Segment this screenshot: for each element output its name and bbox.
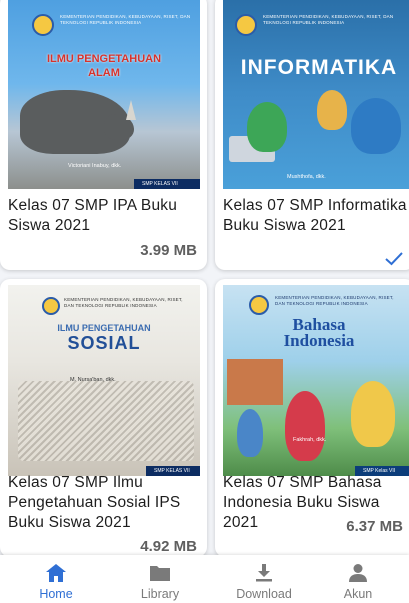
student-illustration: [351, 381, 395, 447]
book-cover-image: KEMENTERIAN PENDIDIKAN, KEBUDAYAAN, RISE…: [8, 0, 200, 189]
book-list-screen: KEMENTERIAN PENDIDIKAN, KEBUDAYAAN, RISE…: [0, 0, 409, 603]
download-icon: [256, 564, 272, 582]
book-title: Kelas 07 SMP IPA Buku Siswa 2021: [8, 197, 178, 234]
nav-label-akun: Akun: [343, 587, 373, 601]
book-cover-image: KEMENTERIAN PENDIDIKAN, KEBUDAYAAN, RISE…: [223, 0, 409, 189]
cover-author: M. Nursa'ban, dkk.: [70, 377, 116, 383]
nav-label-download: Download: [236, 587, 292, 601]
book-cover-image: KEMENTERIAN PENDIDIKAN, KEBUDAYAAN, RISE…: [8, 285, 200, 476]
cover-publisher: KEMENTERIAN PENDIDIKAN, KEBUDAYAAN, RISE…: [60, 14, 191, 25]
book-file-size: 3.99 MB: [140, 242, 197, 259]
cover-author: Mushthofa, dkk.: [287, 174, 326, 180]
book-card[interactable]: KEMENTERIAN PENDIDIKAN, KEBUDAYAAN, RISE…: [0, 279, 207, 557]
bottom-navigation: Home Library Download Akun: [0, 555, 409, 603]
nav-item-library[interactable]: Library: [109, 555, 211, 603]
nav-label-home: Home: [39, 587, 73, 601]
cover-heading-top: ILMU PENGETAHUAN: [57, 323, 151, 333]
folder-icon: [150, 566, 170, 581]
ministry-logo-icon: [249, 295, 269, 315]
nav-label-library: Library: [140, 587, 180, 601]
book-file-size: 4.92 MB: [140, 538, 197, 555]
student-illustration: [247, 102, 287, 152]
nav-item-home[interactable]: Home: [5, 555, 107, 603]
cover-grade-band: SMP KELAS VII: [134, 179, 200, 189]
book-cover-image: KEMENTERIAN PENDIDIKAN, KEBUDAYAAN, RISE…: [223, 285, 409, 476]
student-illustration: [237, 409, 263, 457]
cover-heading: ILMU PENGETAHUAN ALAM: [46, 53, 162, 79]
person-icon: [349, 564, 367, 582]
cover-publisher: KEMENTERIAN PENDIDIKAN, KEBUDAYAAN, RISE…: [263, 14, 394, 25]
cover-heading: SOSIAL: [67, 333, 141, 353]
ministry-logo-icon: [235, 14, 257, 36]
book-card[interactable]: KEMENTERIAN PENDIDIKAN, KEBUDAYAAN, RISE…: [215, 279, 409, 557]
nav-item-download[interactable]: Download: [213, 555, 315, 603]
cover-publisher: KEMENTERIAN PENDIDIKAN, KEBUDAYAAN, RISE…: [64, 297, 183, 308]
student-illustration: [285, 391, 325, 461]
check-icon: [385, 252, 403, 266]
cover-heading: Indonesia: [283, 331, 355, 350]
ministry-logo-icon: [32, 14, 54, 36]
student-illustration: [317, 90, 347, 130]
ministry-logo-icon: [42, 297, 60, 315]
book-file-size: 6.37 MB: [346, 518, 403, 535]
historical-sketch-illustration: [18, 381, 194, 461]
nav-item-akun[interactable]: Akun: [307, 555, 409, 603]
student-illustration: [351, 98, 401, 154]
cover-publisher: KEMENTERIAN PENDIDIKAN, KEBUDAYAAN, RISE…: [275, 295, 394, 306]
book-card[interactable]: KEMENTERIAN PENDIDIKAN, KEBUDAYAAN, RISE…: [215, 0, 409, 270]
cover-author: Fakhrah, dkk.: [293, 437, 327, 443]
cover-author: Victoriani Inabuy, dkk.: [68, 163, 122, 169]
book-title: Kelas 07 SMP Ilmu Pengetahuan Sosial IPS…: [8, 474, 181, 531]
house-illustration: [227, 359, 283, 405]
book-card[interactable]: KEMENTERIAN PENDIDIKAN, KEBUDAYAAN, RISE…: [0, 0, 207, 270]
book-title: Kelas 07 SMP Informatika Buku Siswa 2021: [223, 197, 407, 234]
rhino-horn-illustration: [126, 100, 136, 120]
cover-heading: INFORMATIKA: [240, 56, 398, 79]
home-icon: [46, 564, 66, 582]
